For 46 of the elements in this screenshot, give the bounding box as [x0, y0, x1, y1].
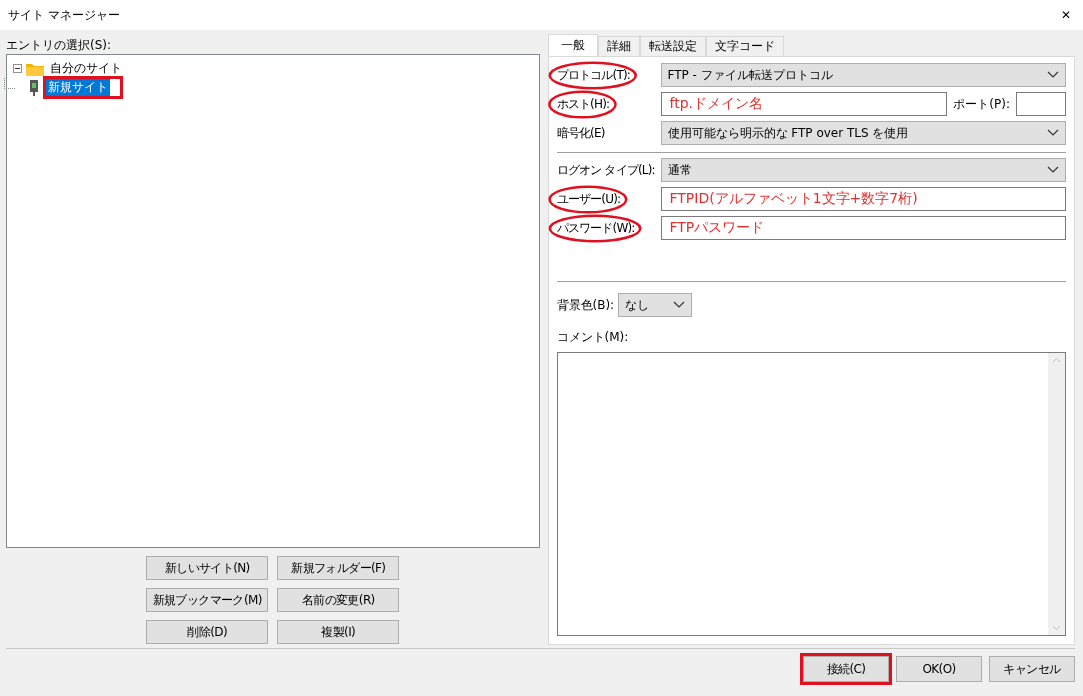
- tab[interactable]: 詳細: [597, 36, 640, 56]
- field-label: ユーザー(U):: [556, 191, 621, 206]
- field-label: パスワード(W):: [556, 220, 635, 235]
- dropdown[interactable]: 使用可能なら明示的な FTP over TLS を使用: [660, 121, 1066, 145]
- chevron-down-icon: [673, 301, 686, 309]
- tree-action-button[interactable]: 新規ブックマーク(M): [146, 588, 269, 612]
- input-field[interactable]: [1016, 92, 1066, 116]
- field-label: コメント(M):: [556, 329, 630, 346]
- tree-action-button[interactable]: 名前の変更(R): [277, 588, 400, 612]
- field-label: ホスト(H):: [556, 96, 610, 111]
- dropdown[interactable]: なし: [618, 293, 693, 317]
- tree-item[interactable]: 自分のサイト: [48, 60, 124, 77]
- dropdown[interactable]: 通常: [660, 158, 1066, 182]
- input-field[interactable]: ftp.ドメイン名: [660, 92, 948, 116]
- field-label: 背景色(B):: [556, 296, 615, 314]
- folder-icon: [26, 61, 44, 76]
- dropdown[interactable]: FTP - ファイル転送プロトコル: [660, 63, 1066, 87]
- close-button[interactable]: ✕: [1056, 8, 1075, 22]
- field-label: プロトコル(T):: [556, 67, 631, 82]
- field-label: 暗号化(E): [556, 125, 605, 140]
- field-label: ポート(P):: [953, 95, 1010, 113]
- window-title: サイト マネージャー: [8, 6, 120, 24]
- scrollbar[interactable]: [1048, 353, 1065, 635]
- chevron-down-icon: [1047, 166, 1059, 174]
- comment-field[interactable]: [556, 352, 1066, 636]
- input-field[interactable]: FTPパスワード: [660, 216, 1066, 240]
- collapse-icon[interactable]: [13, 64, 22, 73]
- tab[interactable]: 一般: [547, 34, 598, 56]
- tree-action-button[interactable]: 新規フォルダー(F): [277, 556, 400, 580]
- tree-action-button[interactable]: 新しいサイト(N): [146, 556, 269, 580]
- tree-action-button[interactable]: 複製(I): [277, 620, 400, 644]
- input-field[interactable]: FTPID(アルファベット1文字+数字7桁): [660, 187, 1066, 211]
- server-icon: [29, 79, 39, 96]
- chevron-down-icon: [1047, 129, 1059, 137]
- field-label: エントリの選択(S):: [6, 37, 113, 54]
- dialog-button[interactable]: キャンセル: [989, 656, 1075, 682]
- scroll-up-icon[interactable]: [1052, 357, 1061, 363]
- scroll-down-icon[interactable]: [1052, 625, 1061, 631]
- tab[interactable]: 転送設定: [639, 36, 706, 56]
- chevron-down-icon: [1047, 71, 1059, 79]
- dialog-button[interactable]: 接続(C): [803, 656, 889, 682]
- tree-item[interactable]: 新規サイト: [46, 79, 110, 96]
- field-label: ログオン タイプ(L):: [556, 162, 655, 177]
- tree-action-button[interactable]: 削除(D): [146, 620, 269, 644]
- dialog-button[interactable]: OK(O): [896, 656, 982, 682]
- tab[interactable]: 文字コード: [705, 36, 784, 56]
